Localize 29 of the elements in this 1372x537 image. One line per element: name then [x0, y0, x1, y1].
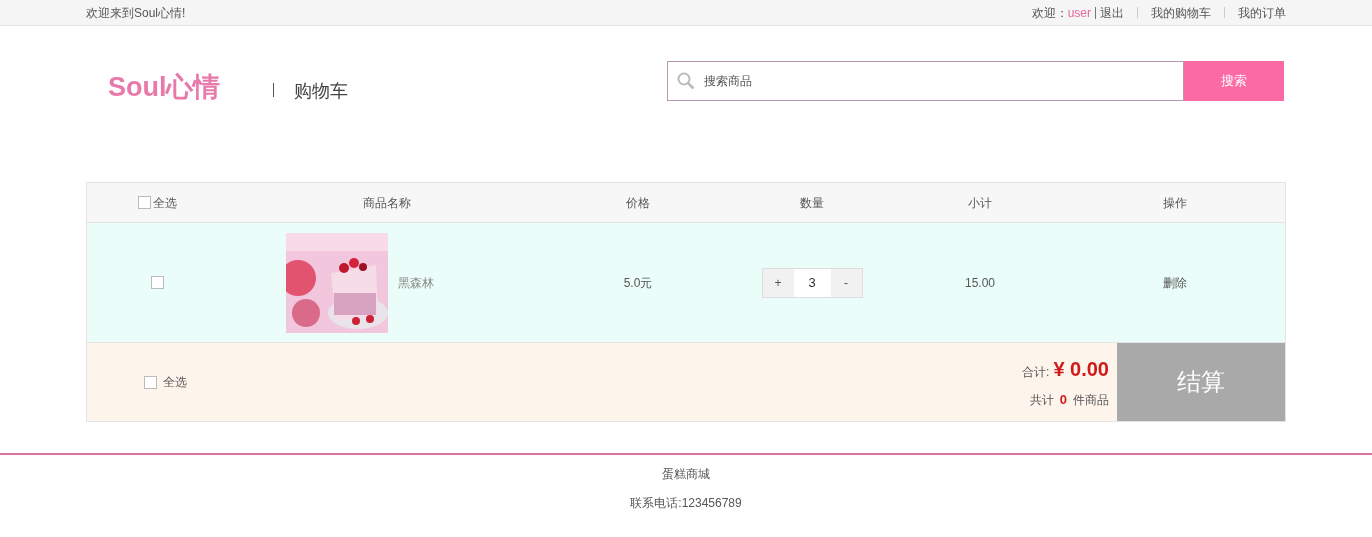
checkbox[interactable]	[150, 276, 164, 289]
greeting-text: 欢迎：	[1031, 4, 1068, 22]
item-count: 0	[1059, 391, 1067, 410]
price-text: 5.0元	[623, 274, 653, 292]
search-field[interactable]: 搜索商品	[667, 61, 1184, 101]
column-header: 商品名称	[363, 194, 411, 212]
footer-site-name: 蛋糕商城	[662, 466, 710, 483]
count-suffix: 件商品	[1073, 392, 1109, 410]
select-all-label: 全选	[152, 194, 177, 212]
count-prefix: 共计	[1029, 392, 1054, 410]
select-all-label: 全选	[163, 374, 187, 391]
checkbox[interactable]	[144, 375, 157, 389]
welcome-text: 欢迎来到Soul心情!	[86, 4, 186, 22]
column-header: 操作	[1163, 194, 1187, 212]
top-link[interactable]: 我的订单	[1238, 3, 1286, 22]
footer-phone: 联系电话:123456789	[630, 495, 742, 512]
total-label: 合计:	[1022, 364, 1050, 382]
checkbox[interactable]	[137, 196, 151, 209]
total-amount: ¥ 0.00	[1053, 357, 1109, 383]
page-title: 购物车	[293, 80, 348, 103]
logout-link[interactable]: 退出	[1100, 3, 1124, 22]
product-name[interactable]: 黑森林	[398, 273, 434, 292]
column-header: 数量	[800, 194, 824, 212]
search-icon	[677, 72, 695, 90]
top-link[interactable]: 我的购物车	[1151, 3, 1211, 22]
delete-link[interactable]: 删除	[1163, 273, 1187, 292]
subtotal-text: 15.00	[965, 274, 995, 292]
column-header: 小计	[968, 194, 992, 212]
column-header: 价格	[626, 194, 650, 212]
